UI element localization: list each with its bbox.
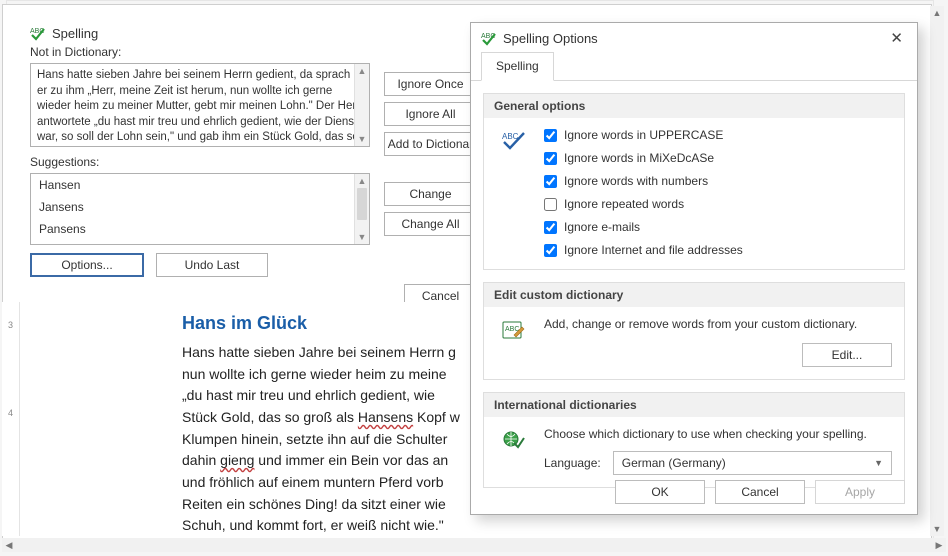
abc-check-icon: ABC — [502, 128, 528, 257]
chevron-down-icon: ▼ — [874, 458, 883, 468]
checkbox-label: Ignore words in MiXeDcASe — [564, 151, 714, 165]
checkbox-ignore-words-in-uppercase[interactable]: Ignore words in UPPERCASE — [544, 128, 892, 142]
checkbox-input[interactable] — [544, 129, 557, 142]
ignore-button-group: Ignore Once Ignore All Add to Dictionar — [384, 72, 477, 156]
options-footer: OK Cancel Apply — [615, 480, 905, 504]
options-button[interactable]: Options... — [30, 253, 144, 277]
add-to-dictionary-button[interactable]: Add to Dictionar — [384, 132, 477, 156]
intl-desc: Choose which dictionary to use when chec… — [544, 427, 892, 441]
spellcheck-icon: ABC — [30, 25, 46, 41]
change-button-group: Change Change All — [384, 182, 477, 236]
scroll-down-icon[interactable]: ▼ — [355, 230, 369, 244]
checkbox-input[interactable] — [544, 244, 557, 257]
checkbox-ignore-words-with-numbers[interactable]: Ignore words with numbers — [544, 174, 892, 188]
horizontal-scrollbar[interactable]: ◀ ▶ — [2, 538, 946, 552]
not-in-dictionary-label: Not in Dictionary: — [20, 43, 462, 61]
not-in-dictionary-textbox[interactable]: Hans hatte sieben Jahre bei seinem Herrn… — [30, 63, 370, 147]
custom-dict-desc: Add, change or remove words from your cu… — [544, 317, 892, 331]
change-button[interactable]: Change — [384, 182, 477, 206]
edit-dictionary-button[interactable]: Edit... — [802, 343, 892, 367]
ok-button[interactable]: OK — [615, 480, 705, 504]
checkbox-input[interactable] — [544, 152, 557, 165]
checkbox-label: Ignore words in UPPERCASE — [564, 128, 723, 142]
dictionary-edit-icon: ABC — [502, 317, 528, 367]
language-value: German (Germany) — [622, 456, 726, 470]
ruler-tick: 3 — [2, 320, 19, 330]
checkbox-label: Ignore e-mails — [564, 220, 640, 234]
document-line: Schuh, und kommt fort, er weiß nicht wie… — [182, 515, 928, 534]
checkbox-label: Ignore Internet and file addresses — [564, 243, 743, 257]
suggestions-listbox[interactable]: Hansen Jansens Pansens ▲ ▼ — [30, 173, 370, 245]
language-select[interactable]: German (Germany) ▼ — [613, 451, 892, 475]
close-button[interactable]: ✕ — [886, 29, 907, 47]
options-title-bar: ABC Spelling Options ✕ — [471, 23, 917, 51]
cancel-button[interactable]: Cancel — [715, 480, 805, 504]
scrollbar-thumb[interactable] — [357, 188, 367, 220]
ruler-tick: 4 — [2, 408, 19, 418]
options-tabstrip: Spelling — [471, 51, 917, 81]
suggestion-item[interactable]: Jansens — [31, 196, 369, 218]
suggestions-scrollbar[interactable]: ▲ ▼ — [354, 174, 369, 244]
custom-dictionary-section: Edit custom dictionary ABC Add, change o… — [483, 282, 905, 380]
vertical-scrollbar[interactable]: ▲ ▼ — [930, 6, 944, 536]
scroll-down-icon[interactable]: ▼ — [930, 522, 944, 536]
textbox-scrollbar[interactable]: ▲ ▼ — [354, 64, 369, 146]
checkbox-ignore-words-in-mixedcase[interactable]: Ignore words in MiXeDcASe — [544, 151, 892, 165]
scroll-up-icon[interactable]: ▲ — [355, 174, 369, 188]
spelling-title: Spelling — [52, 26, 98, 41]
checkbox-ignore-internet-and-file-addresses[interactable]: Ignore Internet and file addresses — [544, 243, 892, 257]
ignore-once-button[interactable]: Ignore Once — [384, 72, 477, 96]
ignore-all-button[interactable]: Ignore All — [384, 102, 477, 126]
section-heading: International dictionaries — [484, 393, 904, 417]
language-label: Language: — [544, 456, 601, 470]
suggestion-item[interactable]: Pansens — [31, 218, 369, 240]
checkbox-input[interactable] — [544, 175, 557, 188]
checkbox-label: Ignore repeated words — [564, 197, 684, 211]
options-title: Spelling Options — [503, 31, 598, 46]
misspelled-word[interactable]: gieng — [220, 452, 254, 468]
scroll-right-icon[interactable]: ▶ — [932, 538, 946, 552]
spellcheck-icon: ABC — [481, 30, 497, 46]
suggestion-item[interactable]: Hansen — [31, 174, 369, 196]
checkbox-ignore-repeated-words[interactable]: Ignore repeated words — [544, 197, 892, 211]
apply-button[interactable]: Apply — [815, 480, 905, 504]
checkbox-input[interactable] — [544, 221, 557, 234]
spelling-dialog: ABC Spelling Not in Dictionary: Hans hat… — [20, 19, 462, 304]
scroll-left-icon[interactable]: ◀ — [2, 538, 16, 552]
spelling-title-bar: ABC Spelling — [20, 19, 462, 43]
checkbox-ignore-e-mails[interactable]: Ignore e-mails — [544, 220, 892, 234]
undo-last-button[interactable]: Undo Last — [156, 253, 268, 277]
vertical-ruler: 3 4 — [2, 302, 20, 536]
checkbox-input[interactable] — [544, 198, 557, 211]
section-heading: Edit custom dictionary — [484, 283, 904, 307]
misspelled-word[interactable]: Hansens — [358, 409, 413, 425]
general-options-section: General options ABC Ignore words in UPPE… — [483, 93, 905, 270]
scroll-up-icon[interactable]: ▲ — [930, 6, 944, 20]
spelling-options-dialog: ABC Spelling Options ✕ Spelling General … — [470, 22, 918, 515]
context-text-before: Hans hatte sieben Jahre bei seinem Herrn… — [37, 69, 360, 147]
scroll-up-icon[interactable]: ▲ — [355, 64, 369, 78]
international-dictionaries-section: International dictionaries Choose which … — [483, 392, 905, 488]
section-heading: General options — [484, 94, 904, 118]
checkbox-label: Ignore words with numbers — [564, 174, 708, 188]
globe-dictionary-icon — [502, 427, 528, 475]
scroll-down-icon[interactable]: ▼ — [355, 132, 369, 146]
tab-spelling[interactable]: Spelling — [481, 52, 554, 81]
change-all-button[interactable]: Change All — [384, 212, 477, 236]
